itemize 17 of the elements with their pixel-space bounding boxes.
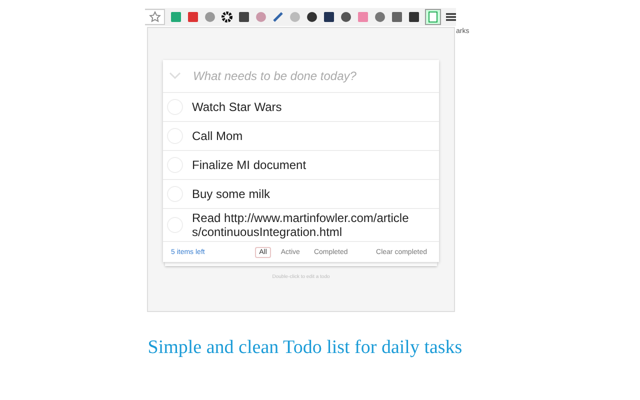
extension-icon[interactable] — [238, 11, 250, 23]
extension-icon[interactable] — [323, 11, 335, 23]
extension-icon[interactable] — [408, 11, 420, 23]
todo-text[interactable]: Read http://www.martinfowler.com/articles/continuousIntegration.html — [192, 211, 410, 239]
todo-text[interactable]: Call Mom — [192, 129, 410, 143]
caption: Simple and clean Todo list for daily tasks — [146, 337, 464, 359]
star-icon[interactable] — [149, 11, 161, 23]
toggle-all-icon[interactable] — [169, 72, 181, 80]
extension-icon[interactable] — [340, 11, 352, 23]
menu-icon[interactable] — [446, 12, 456, 22]
extension-icon[interactable] — [306, 11, 318, 23]
todo-extension-icon[interactable] — [425, 9, 441, 25]
todo-text[interactable]: Finalize MI document — [192, 158, 410, 172]
address-bar[interactable] — [145, 9, 165, 25]
todo-text[interactable]: Buy some milk — [192, 187, 410, 201]
todo-text[interactable]: Watch Star Wars — [192, 100, 410, 114]
extension-icon[interactable] — [221, 11, 233, 23]
